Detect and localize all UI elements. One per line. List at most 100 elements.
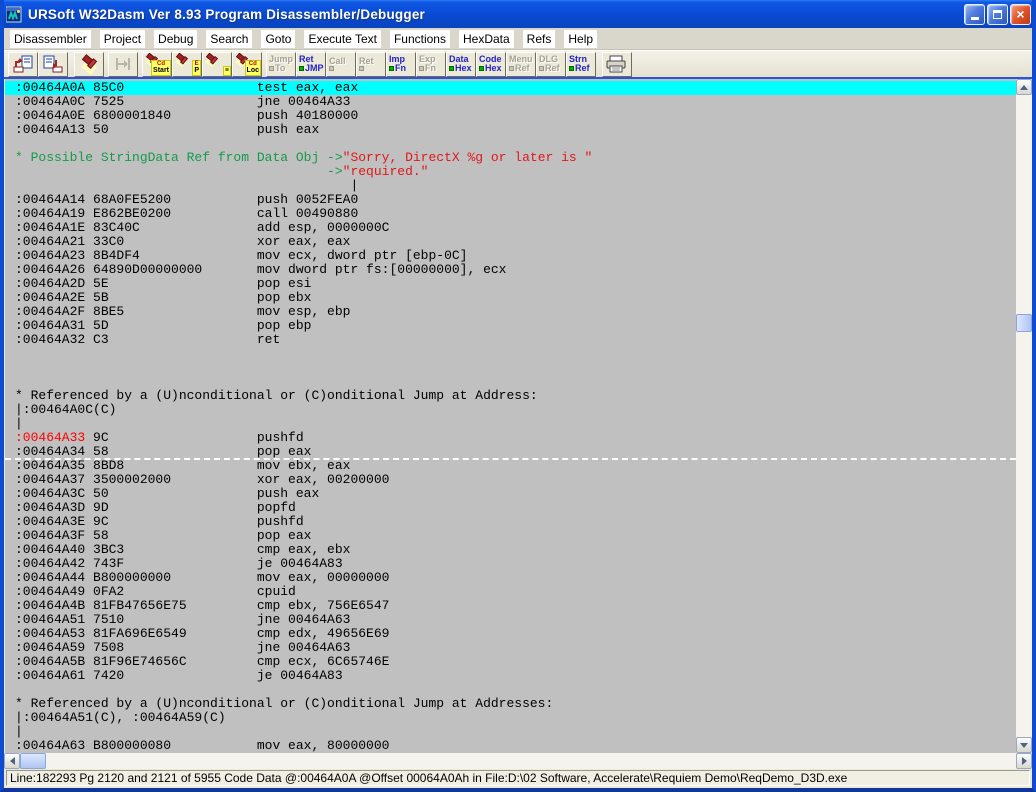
import-function-button[interactable]: ImpFn bbox=[386, 52, 416, 77]
window-controls: × bbox=[964, 4, 1031, 25]
close-icon: × bbox=[1016, 7, 1024, 21]
blank-line bbox=[5, 347, 1016, 361]
title-bar: URSoft W32Dasm Ver 8.93 Program Disassem… bbox=[0, 0, 1036, 28]
scroll-up-button[interactable] bbox=[1016, 79, 1032, 95]
green-square-icon bbox=[449, 66, 454, 71]
gray-square-icon bbox=[509, 66, 514, 71]
code-line[interactable]: :00464A44 B800000000 mov eax, 00000000 bbox=[5, 571, 1016, 585]
code-line[interactable]: :00464A3F 58 pop eax bbox=[5, 529, 1016, 543]
code-line[interactable]: :00464A5B 81F96E74656C cmp ecx, 6C65746E bbox=[5, 655, 1016, 669]
code-line[interactable]: :00464A14 68A0FE5200 push 0052FEA0 bbox=[5, 193, 1016, 207]
stringdata-ref-comment: ->"required." bbox=[5, 165, 1016, 179]
code-line[interactable]: :00464A13 50 push eax bbox=[5, 123, 1016, 137]
code-line[interactable]: :00464A42 743F je 00464A83 bbox=[5, 557, 1016, 571]
code-line[interactable]: :00464A34 58 pop eax bbox=[5, 445, 1016, 459]
status-text: Line:182293 Pg 2120 and 2121 of 5955 Cod… bbox=[6, 770, 1030, 786]
reference-comment: * Referenced by a (U)nconditional or (C)… bbox=[5, 389, 1016, 403]
menu-item-disassembler[interactable]: Disassembler bbox=[10, 30, 91, 48]
code-line[interactable]: :00464A2E 5B pop ebx bbox=[5, 291, 1016, 305]
stringdata-ref-comment: * Possible StringData Ref from Data Obj … bbox=[5, 151, 1016, 165]
scroll-right-button[interactable] bbox=[1016, 753, 1032, 769]
menu-item-execute-text[interactable]: Execute Text bbox=[304, 30, 380, 48]
string-ref-button[interactable]: StrnRef bbox=[566, 52, 596, 77]
save-disassembly-button[interactable] bbox=[38, 52, 68, 77]
code-line[interactable]: :00464A37 3500002000 xor eax, 00200000 bbox=[5, 473, 1016, 487]
minimize-button[interactable] bbox=[964, 4, 985, 25]
code-line[interactable]: :00464A61 7420 je 00464A83 bbox=[5, 669, 1016, 683]
code-line[interactable]: :00464A59 7508 jne 00464A63 bbox=[5, 641, 1016, 655]
data-hex-button[interactable]: DataHex bbox=[446, 52, 476, 77]
code-line[interactable]: :00464A32 C3 ret bbox=[5, 333, 1016, 347]
menu-item-functions[interactable]: Functions bbox=[390, 30, 450, 48]
vertical-scroll-thumb[interactable] bbox=[1016, 314, 1032, 332]
goto-code-location-button[interactable]: CdLoc bbox=[232, 52, 262, 77]
code-line[interactable]: :00464A0E 6800001840 push 40180000 bbox=[5, 109, 1016, 123]
reference-comment: |:00464A0C(C) bbox=[5, 403, 1016, 417]
green-square-icon bbox=[569, 66, 574, 71]
code-line[interactable]: :00464A4B 81FB47656E75 cmp ebx, 756E6547 bbox=[5, 599, 1016, 613]
window-title: URSoft W32Dasm Ver 8.93 Program Disassem… bbox=[28, 7, 964, 22]
disassemble-icon bbox=[77, 53, 101, 75]
code-line[interactable]: :00464A49 0FA2 cpuid bbox=[5, 585, 1016, 599]
code-line[interactable]: :00464A51 7510 jne 00464A63 bbox=[5, 613, 1016, 627]
blank-line bbox=[5, 137, 1016, 151]
green-square-icon bbox=[479, 66, 484, 71]
menu-item-search[interactable]: Search bbox=[206, 30, 252, 48]
menu-item-project[interactable]: Project bbox=[100, 30, 145, 48]
maximize-button[interactable] bbox=[987, 4, 1008, 25]
goto-code-location-label: CdLoc bbox=[245, 60, 261, 76]
goto-code-start-label: CdStart bbox=[151, 60, 171, 76]
code-line[interactable]: :00464A33 9C pushfd bbox=[5, 431, 1016, 445]
code-line[interactable]: :00464A3E 9C pushfd bbox=[5, 515, 1016, 529]
goto-page-label: ≡ bbox=[223, 66, 231, 76]
code-hex-label: CodeHex bbox=[477, 55, 505, 73]
return-label: Ret bbox=[357, 57, 385, 71]
code-line[interactable]: :00464A1E 83C40C add esp, 0000000C bbox=[5, 221, 1016, 235]
horizontal-scroll-thumb[interactable] bbox=[20, 753, 46, 769]
code-line[interactable]: :00464A63 B800000080 mov eax, 80000000 bbox=[5, 739, 1016, 753]
menu-item-debug[interactable]: Debug bbox=[154, 30, 197, 48]
code-line[interactable]: :00464A19 E862BE0200 call 00490880 bbox=[5, 207, 1016, 221]
goto-code-start-button[interactable]: CdStart bbox=[142, 52, 172, 77]
scroll-down-button[interactable] bbox=[1016, 737, 1032, 753]
dialog-ref-label: DLGRef bbox=[537, 55, 565, 73]
code-line[interactable]: :00464A23 8B4DF4 mov ecx, dword ptr [ebp… bbox=[5, 249, 1016, 263]
menu-item-hexdata[interactable]: HexData bbox=[459, 30, 514, 48]
code-line[interactable]: :00464A35 8BD8 mov ebx, eax bbox=[5, 459, 1016, 473]
horizontal-scroll-track[interactable] bbox=[46, 753, 1016, 769]
jump-to-label: JumpTo bbox=[267, 55, 295, 73]
open-disassembly-button[interactable] bbox=[8, 52, 38, 77]
right-arrow-icon bbox=[1022, 757, 1027, 765]
close-button[interactable]: × bbox=[1010, 4, 1031, 25]
reload-icon bbox=[112, 54, 134, 74]
goto-entry-point-button[interactable]: EP bbox=[172, 52, 202, 77]
selected-code-line[interactable]: :00464A0A 85C0 test eax, eax bbox=[5, 81, 1016, 95]
code-line[interactable]: :00464A40 3BC3 cmp eax, ebx bbox=[5, 543, 1016, 557]
code-line[interactable]: :00464A31 5D pop ebp bbox=[5, 319, 1016, 333]
code-line[interactable]: :00464A21 33C0 xor eax, eax bbox=[5, 235, 1016, 249]
code-line[interactable]: :00464A26 64890D00000000 mov dword ptr f… bbox=[5, 263, 1016, 277]
code-hex-button[interactable]: CodeHex bbox=[476, 52, 506, 77]
code-line[interactable]: :00464A3C 50 push eax bbox=[5, 487, 1016, 501]
toolbar: CdStartEP≡CdLocJumpToRetJMPCallRetImpFnE… bbox=[4, 50, 1032, 77]
scroll-left-button[interactable] bbox=[4, 753, 20, 769]
gray-square-icon bbox=[329, 66, 334, 71]
code-line[interactable]: :00464A53 81FA696E6549 cmp edx, 49656E69 bbox=[5, 627, 1016, 641]
status-bar: Line:182293 Pg 2120 and 2121 of 5955 Cod… bbox=[4, 769, 1032, 787]
print-button[interactable] bbox=[602, 52, 632, 77]
return-jump-button[interactable]: RetJMP bbox=[296, 52, 326, 77]
disassemble-button[interactable] bbox=[74, 52, 104, 77]
code-line[interactable]: :00464A2F 8BE5 mov esp, ebp bbox=[5, 305, 1016, 319]
menu-item-goto[interactable]: Goto bbox=[261, 30, 295, 48]
code-line[interactable]: :00464A3D 9D popfd bbox=[5, 501, 1016, 515]
vertical-scroll-track[interactable] bbox=[1016, 95, 1032, 737]
goto-page-button[interactable]: ≡ bbox=[202, 52, 232, 77]
code-line[interactable]: :00464A2D 5E pop esi bbox=[5, 277, 1016, 291]
horizontal-scrollbar[interactable] bbox=[4, 753, 1032, 769]
code-line[interactable]: :00464A0C 7525 jne 00464A33 bbox=[5, 95, 1016, 109]
menu-item-help[interactable]: Help bbox=[564, 30, 597, 48]
jump-to-button: JumpTo bbox=[266, 52, 296, 77]
vertical-scrollbar[interactable] bbox=[1016, 79, 1032, 753]
disassembly-view[interactable]: :00464A0A 85C0 test eax, eax:00464A0C 75… bbox=[4, 79, 1016, 753]
menu-item-refs[interactable]: Refs bbox=[523, 30, 556, 48]
